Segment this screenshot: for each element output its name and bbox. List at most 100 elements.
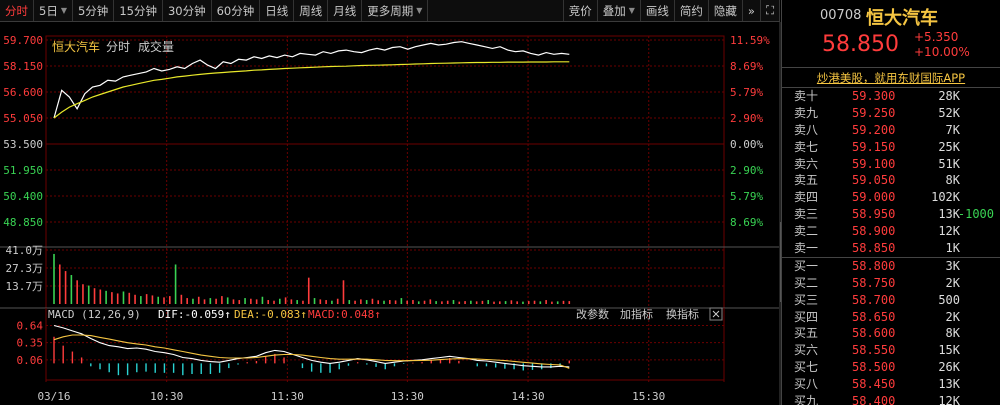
bid-row[interactable]: 买三 58.700 500: [782, 292, 1000, 309]
order-vol: 13K: [938, 207, 960, 222]
toolbar-label: 30分钟: [167, 3, 206, 18]
tab-period-3[interactable]: 15分钟: [114, 0, 163, 21]
tab-period-1[interactable]: 5日 ▼: [34, 0, 73, 21]
ask-row[interactable]: 卖一 58.850 1K: [782, 240, 1000, 257]
volume-bar: [406, 300, 408, 304]
toolbar-label: 5分钟: [77, 3, 109, 18]
add-indicator-button[interactable]: 加指标: [620, 307, 653, 321]
tab-period-8[interactable]: 月线: [328, 0, 363, 21]
order-label: 卖六: [794, 156, 819, 171]
macd-params-button[interactable]: 改参数: [576, 307, 609, 321]
switch-indicator-button[interactable]: 换指标: [666, 307, 699, 321]
bid-row[interactable]: 买一 58.800 3K: [782, 258, 1000, 275]
order-vol: 102K: [931, 190, 960, 205]
chart-frame: [45, 35, 725, 381]
volume-bar: [140, 296, 142, 304]
ask-row[interactable]: 卖八 59.200 7K: [782, 122, 1000, 139]
order-price: 59.050: [852, 173, 896, 188]
tool-button-4[interactable]: 隐藏: [709, 0, 743, 21]
tool-button-1[interactable]: 叠加 ▼: [598, 0, 641, 21]
volume-bar: [400, 298, 403, 304]
bid-row[interactable]: 买七 58.500 26K: [782, 359, 1000, 376]
ask-row[interactable]: 卖四 59.000 102K: [782, 189, 1000, 206]
time-axis-label: 14:30: [511, 390, 544, 403]
volume-bar: [105, 290, 107, 304]
volume-bar: [215, 298, 217, 304]
volume-bar: [116, 293, 119, 304]
macd-dea-value: DEA:-0.083↑: [234, 308, 307, 321]
double-chevron-right-icon[interactable]: »: [743, 0, 761, 21]
toolbar-label: 分时: [5, 3, 28, 18]
order-vol: 3K: [945, 258, 960, 273]
tool-button-3[interactable]: 简约: [675, 0, 709, 21]
order-price: 59.200: [852, 122, 896, 137]
bid-row[interactable]: 买八 58.450 13K: [782, 376, 1000, 393]
bid-row[interactable]: 买二 58.750 2K: [782, 275, 1000, 292]
order-vol: 2K: [945, 275, 960, 290]
change-amount: +5.350: [914, 30, 959, 44]
tab-period-2[interactable]: 5分钟: [73, 0, 115, 21]
time-axis-label: 10:30: [150, 390, 183, 403]
volume-bar: [412, 300, 414, 304]
volume-bar: [238, 300, 241, 304]
volume-axis-label: 41.0万: [6, 244, 44, 257]
order-price: 58.850: [852, 241, 896, 256]
bid-row[interactable]: 买四 58.650 2K: [782, 309, 1000, 326]
tab-period-7[interactable]: 周线: [294, 0, 329, 21]
ask-row[interactable]: 卖三 58.950 13K -1000: [782, 206, 1000, 223]
percent-axis-label: 0.00%: [730, 138, 763, 151]
volume-bar: [331, 300, 333, 304]
stock-name[interactable]: 恒大汽车: [866, 4, 938, 30]
order-price: 58.650: [852, 309, 896, 324]
volume-bar: [423, 300, 426, 304]
bid-row[interactable]: 买九 58.400 12K: [782, 393, 1000, 405]
bid-row[interactable]: 买六 58.550 15K: [782, 342, 1000, 359]
ask-row[interactable]: 卖二 58.900 12K: [782, 223, 1000, 240]
ask-row[interactable]: 卖五 59.050 8K: [782, 172, 1000, 189]
macd-dif-line: [53, 324, 570, 368]
ask-row[interactable]: 卖十 59.300 28K: [782, 88, 1000, 105]
bid-row[interactable]: 买五 58.600 8K: [782, 325, 1000, 342]
order-label: 买八: [794, 377, 819, 392]
ad-link[interactable]: 炒港美股，就用东财国际APP: [782, 68, 1000, 88]
volume-bar: [232, 299, 235, 304]
price-axis-label: 48.850: [3, 216, 43, 229]
tool-button-0[interactable]: 竞价: [564, 0, 598, 21]
order-vol: 13K: [938, 377, 960, 392]
tab-period-9[interactable]: 更多周期 ▼: [362, 0, 429, 21]
tab-period-5[interactable]: 60分钟: [212, 0, 261, 21]
ask-row[interactable]: 卖七 59.150 25K: [782, 139, 1000, 156]
order-vol: 500: [938, 292, 960, 307]
tab-period-0[interactable]: 分时: [0, 0, 34, 21]
order-vol: 2K: [945, 309, 960, 324]
toolbar-label: 5日: [39, 3, 58, 18]
volume-bar: [516, 301, 518, 304]
percent-axis-label: 2.90%: [730, 112, 763, 125]
toolbar-label: 日线: [265, 3, 289, 18]
macd-axis-label: 0.64: [17, 320, 44, 333]
price-axis-label: 55.050: [3, 112, 43, 125]
volume-axis-label: 27.3万: [6, 262, 44, 275]
volume-bar: [336, 298, 339, 304]
tool-button-2[interactable]: 画线: [641, 0, 675, 21]
tab-period-4[interactable]: 30分钟: [163, 0, 212, 21]
fullscreen-icon[interactable]: ⛶: [761, 0, 780, 21]
ask-row[interactable]: 卖九 59.250 52K: [782, 105, 1000, 122]
volume-bar: [209, 298, 212, 304]
quote-header: 00708 恒大汽车 58.850 +5.350 +10.00%: [782, 0, 1000, 68]
volume-bar: [180, 294, 183, 304]
price-axis-label: 59.700: [3, 34, 43, 47]
volume-bar: [122, 291, 125, 304]
ask-row[interactable]: 卖六 59.100 51K: [782, 156, 1000, 173]
order-label: 买二: [794, 275, 819, 290]
tab-period-6[interactable]: 日线: [260, 0, 295, 21]
order-price: 58.750: [852, 275, 896, 290]
volume-bar: [261, 296, 264, 304]
price-axis-label: 56.600: [3, 86, 43, 99]
volume-bar: [493, 301, 495, 304]
intraday-chart[interactable]: 59.700 11.59% 58.150 8.69% 56.600 5.79% 55.050…: [0, 22, 780, 405]
percent-axis-label: 5.79%: [730, 86, 763, 99]
volume-bar: [302, 300, 304, 304]
percent-axis-label: 8.69%: [730, 60, 763, 73]
volume-bar: [510, 300, 513, 304]
